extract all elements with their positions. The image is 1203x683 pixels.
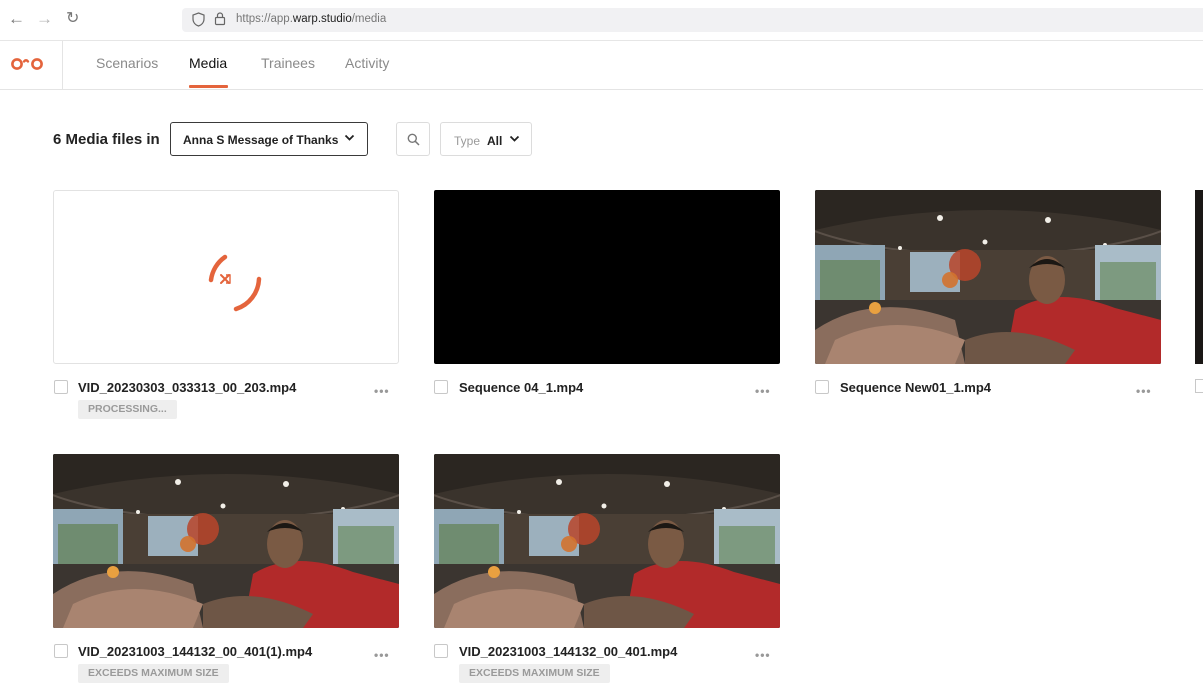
folder-select[interactable]: Anna S Message of Thanks [170, 122, 368, 156]
address-bar[interactable]: https://app.warp.studio/media [182, 8, 1203, 32]
reload-icon[interactable]: ↻ [66, 9, 79, 29]
shield-icon [192, 12, 205, 27]
panorama-image [434, 454, 780, 628]
url-host: warp.studio [292, 13, 352, 25]
media-filename[interactable]: VID_20230303_033313_00_203.mp4 [78, 380, 296, 395]
media-checkbox[interactable] [434, 644, 448, 658]
status-badge: EXCEEDS MAXIMUM SIZE [78, 664, 229, 683]
media-thumbnail-partial[interactable] [1195, 190, 1203, 364]
media-thumbnail[interactable] [815, 190, 1161, 364]
media-thumbnail[interactable] [434, 454, 780, 628]
url-path: /media [351, 13, 387, 25]
tab-media[interactable]: Media [189, 55, 227, 71]
media-checkbox[interactable] [54, 644, 68, 658]
warp-logo-icon[interactable] [10, 54, 46, 74]
back-arrow-icon[interactable]: ← [8, 9, 25, 29]
folder-select-value: Anna S Message of Thanks [183, 133, 339, 147]
media-thumbnail[interactable] [434, 190, 780, 364]
media-filename[interactable]: Sequence New01_1.mp4 [840, 380, 991, 395]
url-text: https://app.warp.studio/media [236, 13, 386, 25]
media-filename[interactable]: VID_20231003_144132_00_401.mp4 [459, 644, 677, 659]
chevron-down-icon [509, 135, 520, 142]
nav-divider [62, 41, 63, 89]
media-thumbnail-processing[interactable] [53, 190, 399, 364]
type-filter-value: All [487, 134, 503, 148]
browser-toolbar: ← → ↻ https://app.warp.studio/media [0, 0, 1203, 41]
lock-icon [214, 12, 226, 26]
tab-trainees[interactable]: Trainees [261, 55, 315, 71]
panorama-image [53, 454, 399, 628]
app-navigation: Scenarios Media Trainees Activity [0, 41, 1203, 90]
media-checkbox[interactable] [54, 380, 68, 394]
media-count-heading: 6 Media files in [53, 131, 160, 148]
media-filename[interactable]: Sequence 04_1.mp4 [459, 380, 583, 395]
active-tab-indicator [189, 85, 228, 88]
search-icon [407, 133, 420, 146]
media-checkbox[interactable] [815, 380, 829, 394]
media-filename[interactable]: VID_20231003_144132_00_401(1).mp4 [78, 644, 312, 659]
more-options-icon[interactable]: ••• [374, 648, 390, 662]
forward-arrow-icon[interactable]: → [36, 9, 53, 29]
more-options-icon[interactable]: ••• [755, 384, 771, 398]
url-prefix: https://app. [236, 13, 293, 25]
tab-scenarios[interactable]: Scenarios [96, 55, 158, 71]
panorama-image [815, 190, 1161, 364]
status-badge: PROCESSING... [78, 400, 177, 419]
type-filter-dropdown[interactable]: Type All [440, 122, 532, 156]
media-checkbox-partial[interactable] [1195, 379, 1203, 393]
status-badge: EXCEEDS MAXIMUM SIZE [459, 664, 610, 683]
tab-activity[interactable]: Activity [345, 55, 389, 71]
chevron-down-icon [344, 134, 355, 141]
processing-spinner-icon [208, 254, 262, 312]
media-thumbnail[interactable] [53, 454, 399, 628]
type-filter-label: Type [454, 134, 481, 148]
search-button[interactable] [396, 122, 430, 156]
more-options-icon[interactable]: ••• [1136, 384, 1152, 398]
more-options-icon[interactable]: ••• [755, 648, 771, 662]
media-checkbox[interactable] [434, 380, 448, 394]
more-options-icon[interactable]: ••• [374, 384, 390, 398]
